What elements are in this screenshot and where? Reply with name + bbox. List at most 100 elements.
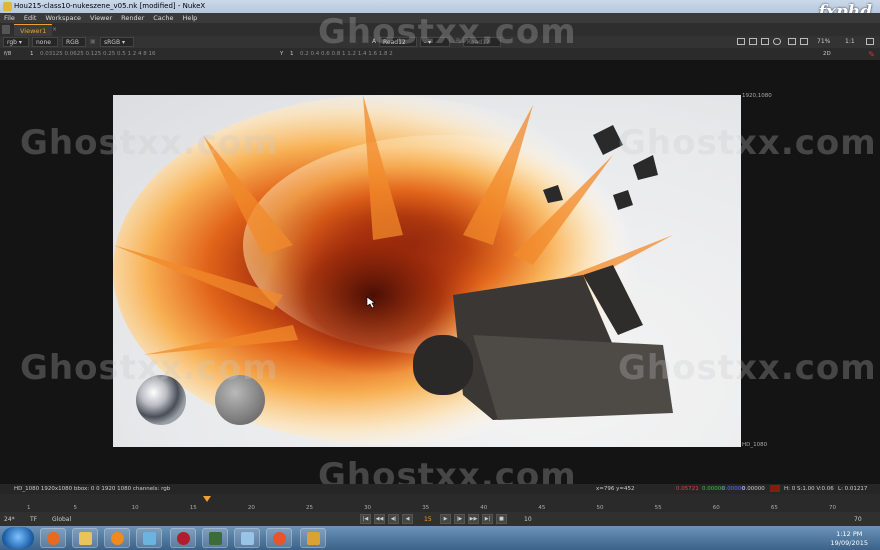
viewer-info-bar: HD_1080 1920x1080 bbox: 0 0 1920 1080 ch… (0, 484, 880, 494)
timeline-tick-label: 35 (422, 505, 430, 511)
fps-field[interactable]: 24* (4, 516, 15, 523)
menu-workspace[interactable]: Workspace (45, 14, 81, 22)
proxy-value[interactable]: 1:1 (845, 38, 855, 45)
menu-file[interactable]: File (4, 14, 15, 22)
zoom-value[interactable]: 71% (817, 38, 830, 45)
increment-field[interactable]: 10 (524, 516, 532, 523)
tab-viewer1[interactable]: Viewer1 (14, 24, 53, 36)
timeline-tick-label: 25 (305, 505, 313, 511)
end-frame-field[interactable]: 70 (854, 516, 862, 523)
timeline-tick-label: 60 (712, 505, 720, 511)
playhead-marker[interactable] (203, 496, 211, 502)
pixel-alpha: 0.00000 (742, 486, 765, 492)
guides-icon[interactable] (761, 38, 769, 45)
taskbar-firefox[interactable] (40, 528, 66, 548)
mask-icon[interactable] (788, 38, 796, 45)
watermark-text: Ghostxx.com (318, 12, 577, 52)
taskbar-app-orange[interactable] (266, 528, 292, 548)
lut-value: sRGB (104, 39, 121, 46)
timeline-tick-label: 70 (829, 505, 836, 511)
taskbar-app-red[interactable] (170, 528, 196, 548)
menu-render[interactable]: Render (121, 14, 144, 22)
next-keyframe-button[interactable]: ▶▶ (468, 514, 479, 524)
timeline-tick-label: 15 (189, 505, 197, 511)
timeline-tick-label: 45 (538, 505, 546, 511)
colorspace-dropdown[interactable]: RGB (62, 37, 86, 47)
system-clock[interactable]: 1:12 PM 19/09/2015 (831, 530, 868, 548)
timeline-tick-label: 40 (480, 505, 488, 511)
timeline-tick-label: 1 (27, 505, 31, 511)
alpha-dropdown[interactable]: none ▾ (32, 37, 58, 53)
color-swatch (770, 485, 780, 492)
lock-icon[interactable]: ✎ (868, 50, 875, 59)
colorspace-value: RGB (66, 39, 79, 46)
play-backward-button[interactable]: ◀ (402, 514, 413, 524)
fstop-label[interactable]: f/8 (4, 51, 11, 57)
timeline-tick-label: 50 (596, 505, 604, 511)
lut-icon: ▣ (90, 38, 96, 45)
taskbar-app-blue[interactable] (136, 528, 162, 548)
stop-icon[interactable]: ■ (496, 514, 507, 524)
play-forward-button[interactable]: ▶ (440, 514, 451, 524)
luminance-readout: L: 0.01217 (838, 486, 868, 492)
channels-value: rgb (7, 39, 17, 46)
taskbar-app-paint[interactable] (234, 528, 260, 548)
alpha-value: none (36, 39, 51, 46)
roi-icon[interactable] (737, 38, 745, 45)
watermark-text: Ghostxx.com (618, 123, 877, 163)
format-label-bottom-right: HD_1080 (742, 442, 768, 448)
watermark-text: Ghostxx.com (20, 348, 279, 388)
taskbar-app-green[interactable] (202, 528, 228, 548)
timeline-tick-label: 30 (364, 505, 372, 511)
pause-icon[interactable] (800, 38, 808, 45)
timeline-tick-label: 55 (654, 505, 662, 511)
hsv-readout: H: 0 S:1.00 V:0.06 (784, 486, 834, 492)
menu-viewer[interactable]: Viewer (90, 14, 112, 22)
timeline-tick-label: 20 (247, 505, 255, 511)
menu-help[interactable]: Help (182, 14, 197, 22)
timeline-tick-label: 5 (73, 505, 77, 511)
format-label-top-right: 1920,1080 (742, 93, 772, 99)
viewer-canvas[interactable]: 1920,1080 HD_1080 Ghostxx.com Ghostxx.co… (0, 60, 880, 484)
gamma-label[interactable]: Y (280, 51, 283, 57)
pixel-red: 0.05721 (676, 486, 699, 492)
range-mode-dropdown[interactable]: Global (52, 516, 71, 523)
lut-dropdown[interactable]: sRGB ▾ (100, 37, 134, 47)
watermark-text: Ghostxx.com (618, 348, 877, 388)
last-frame-button[interactable]: ▶| (482, 514, 493, 524)
playback-controls: 24* TF Global |◀ ◀◀ ◀| ◀ 15 ▶ |▶ ▶▶ ▶| ■… (0, 512, 880, 526)
tf-dropdown[interactable]: TF (30, 516, 37, 523)
clipping-icon[interactable] (773, 38, 781, 45)
clock-time: 1:12 PM (836, 530, 863, 538)
gain-slider[interactable]: 0.03125 0.0625 0.125 0.25 0.5 1 2 4 8 16 (40, 51, 155, 57)
taskbar-explorer[interactable] (72, 528, 98, 548)
view-mode-dropdown[interactable]: 2D (823, 51, 831, 57)
pane-menu-button[interactable] (2, 25, 10, 34)
channels-dropdown[interactable]: rgb ▾ (3, 37, 29, 47)
first-frame-button[interactable]: |◀ (360, 514, 371, 524)
overlay-icon[interactable] (749, 38, 757, 45)
prev-keyframe-button[interactable]: ◀◀ (374, 514, 385, 524)
taskbar-media-player[interactable] (104, 528, 130, 548)
prev-frame-button[interactable]: ◀| (388, 514, 399, 524)
next-frame-button[interactable]: |▶ (454, 514, 465, 524)
timeline-tick-label: 10 (131, 505, 139, 511)
close-tab-icon[interactable]: × (52, 26, 57, 33)
window-title: Hou215-class10-nukeszene_v05.nk [modifie… (14, 2, 206, 10)
watermark-text: Ghostxx.com (20, 123, 279, 163)
format-info: HD_1080 1920x1080 bbox: 0 0 1920 1080 ch… (14, 486, 171, 492)
menu-edit[interactable]: Edit (24, 14, 37, 22)
start-button[interactable] (2, 527, 34, 549)
menu-cache[interactable]: Cache (153, 14, 173, 22)
fstop-field[interactable]: 1 (30, 51, 34, 57)
gamma-field[interactable]: 1 (290, 51, 294, 57)
nuke-app-icon (3, 2, 12, 11)
timeline-ticks: 1 5 10 15 20 25 30 35 40 45 50 55 60 65 70 (0, 505, 880, 512)
windows-taskbar: 1:12 PM 19/09/2015 (0, 526, 880, 550)
fullscreen-icon[interactable] (866, 38, 874, 45)
timeline-tick-label: 65 (770, 505, 778, 511)
taskbar-nuke[interactable] (300, 528, 326, 548)
tab-viewer1-label: Viewer1 (20, 27, 47, 35)
current-frame-field[interactable]: 15 (424, 516, 432, 523)
clock-date: 19/09/2015 (830, 539, 868, 547)
